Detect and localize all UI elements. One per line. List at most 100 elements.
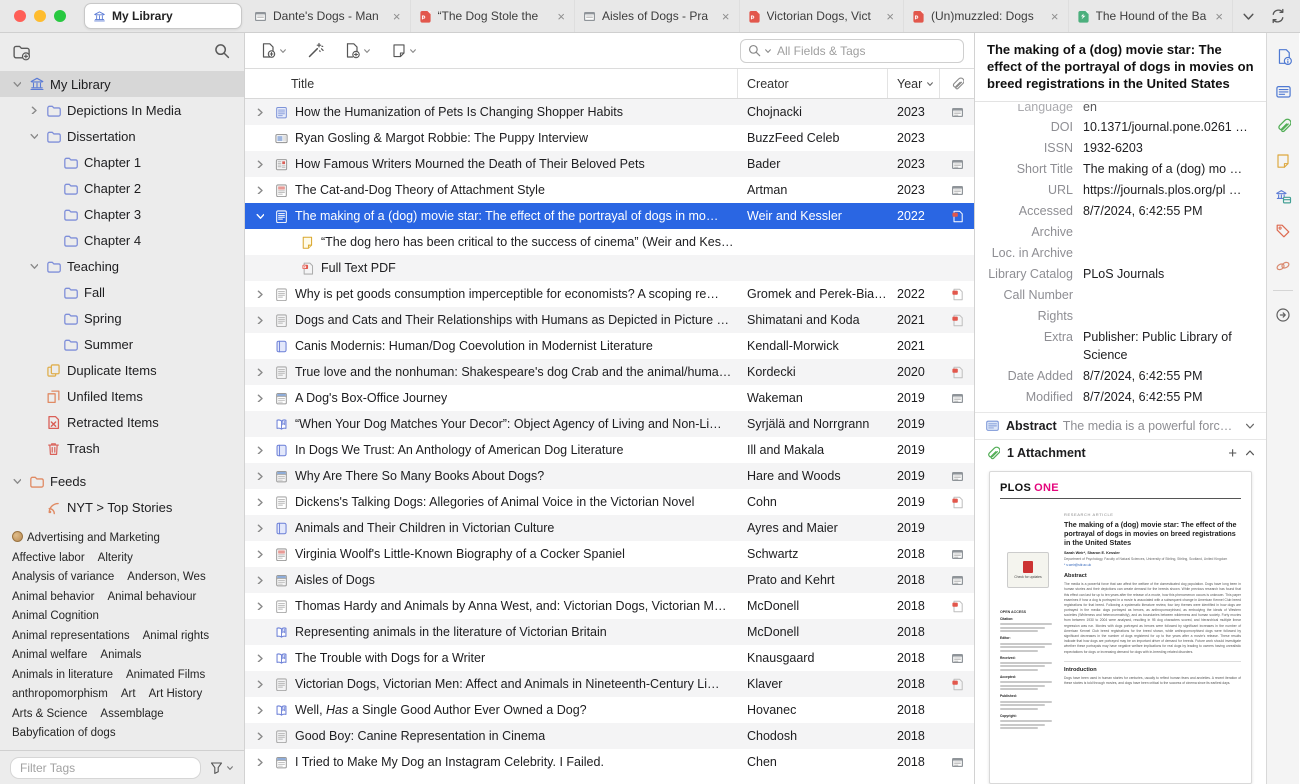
sidebar-item-teaching[interactable]: Teaching bbox=[0, 253, 244, 279]
sidebar-item-chapter-4[interactable]: Chapter 4 bbox=[0, 227, 244, 253]
expand-twisty-icon[interactable] bbox=[253, 446, 267, 454]
table-row[interactable]: Aisles of Dogs Prato and Kehrt 2018 bbox=[245, 567, 974, 593]
sidebar-item-spring[interactable]: Spring bbox=[0, 305, 244, 331]
tab-aisles-of-dogs-pra[interactable]: Aisles of Dogs - Pra × bbox=[575, 0, 740, 32]
table-row[interactable]: How the Humanization of Pets Is Changing… bbox=[245, 99, 974, 125]
libraries-collections-icon[interactable] bbox=[1270, 183, 1296, 209]
table-row[interactable]: The making of a (dog) movie star: The ef… bbox=[245, 203, 974, 229]
field-value[interactable]: 8/7/2024, 6:42:55 PM bbox=[1083, 367, 1256, 385]
expand-twisty-icon[interactable] bbox=[253, 290, 267, 298]
new-note-button[interactable] bbox=[386, 40, 422, 62]
info-icon[interactable] bbox=[1270, 43, 1296, 69]
tag-art[interactable]: Art bbox=[121, 685, 136, 705]
sync-icon[interactable] bbox=[1270, 8, 1286, 24]
tag-analysis-of-variance[interactable]: Analysis of variance bbox=[12, 568, 114, 588]
expand-twisty-icon[interactable] bbox=[253, 394, 267, 402]
sidebar-item-summer[interactable]: Summer bbox=[0, 331, 244, 357]
field-value[interactable]: PLoS Journals bbox=[1083, 265, 1256, 283]
tags-icon[interactable] bbox=[1270, 218, 1296, 244]
tag-animal-representations[interactable]: Animal representations bbox=[12, 627, 130, 647]
table-row[interactable]: The Cat-and-Dog Theory of Attachment Sty… bbox=[245, 177, 974, 203]
attachments-section-header[interactable]: 1 Attachment + bbox=[975, 438, 1266, 467]
tag-affective-labor[interactable]: Affective labor bbox=[12, 549, 85, 569]
sidebar-item-trash[interactable]: Trash bbox=[0, 435, 244, 461]
chevron-down-icon[interactable] bbox=[1244, 420, 1256, 432]
table-row[interactable]: Representing animals in the literature o… bbox=[245, 619, 974, 645]
search-scope-chevron-icon[interactable] bbox=[764, 47, 772, 55]
close-window-button[interactable] bbox=[14, 10, 26, 22]
field-value[interactable]: https://journals.plos.org/pl … bbox=[1083, 181, 1256, 199]
tag-animal-behavior[interactable]: Animal behavior bbox=[12, 588, 94, 608]
expand-twisty-icon[interactable] bbox=[253, 758, 267, 766]
column-header-title[interactable]: Title bbox=[245, 69, 738, 98]
add-by-identifier-button[interactable] bbox=[302, 39, 329, 62]
tag-anthropomorphism[interactable]: anthropomorphism bbox=[12, 685, 108, 705]
tag-animal-welfare[interactable]: Animal welfare bbox=[12, 646, 87, 666]
tab-my-library[interactable]: My Library bbox=[84, 3, 242, 29]
table-row[interactable]: Why Are There So Many Books About Dogs? H… bbox=[245, 463, 974, 489]
table-row[interactable]: Canis Modernis: Human/Dog Coevolution in… bbox=[245, 333, 974, 359]
table-row[interactable]: Animals and Their Children in Victorian … bbox=[245, 515, 974, 541]
new-collection-button[interactable] bbox=[12, 42, 31, 61]
search-box[interactable] bbox=[740, 38, 964, 63]
locate-icon[interactable] bbox=[1270, 302, 1296, 328]
attachments-icon[interactable] bbox=[1270, 113, 1296, 139]
minimize-window-button[interactable] bbox=[34, 10, 46, 22]
tag-advertising-and-marketing[interactable]: Advertising and Marketing bbox=[12, 529, 160, 549]
expand-twisty-icon[interactable] bbox=[253, 550, 267, 558]
add-attachment-button[interactable]: + bbox=[1228, 445, 1237, 462]
table-row[interactable]: In Dogs We Trust: An Anthology of Americ… bbox=[245, 437, 974, 463]
column-header-creator[interactable]: Creator bbox=[738, 69, 888, 98]
table-row[interactable]: Thomas Hardy and Animals by Anna West, a… bbox=[245, 593, 974, 619]
table-row[interactable]: Good Boy: Canine Representation in Cinem… bbox=[245, 723, 974, 749]
table-row[interactable]: “When Your Dog Matches Your Decor”: Obje… bbox=[245, 411, 974, 437]
expand-twisty-icon[interactable] bbox=[253, 576, 267, 584]
collapse-twisty-icon[interactable] bbox=[27, 132, 40, 140]
tag-babyfication-of-dogs[interactable]: Babyfication of dogs bbox=[12, 724, 116, 744]
field-value[interactable]: 8/7/2024, 6:42:55 PM bbox=[1083, 388, 1256, 406]
sidebar-item-my-library[interactable]: My Library bbox=[0, 71, 244, 97]
sidebar-item-chapter-3[interactable]: Chapter 3 bbox=[0, 201, 244, 227]
sidebar-item-duplicate-items[interactable]: Duplicate Items bbox=[0, 357, 244, 383]
tab-the-dog-stole-the[interactable]: “The Dog Stole the × bbox=[411, 0, 575, 32]
tag-assemblage[interactable]: Assemblage bbox=[100, 705, 163, 725]
expand-twisty-icon[interactable] bbox=[253, 498, 267, 506]
new-attachment-button[interactable] bbox=[339, 39, 376, 62]
tab-close-button[interactable]: × bbox=[392, 10, 402, 23]
expand-twisty-icon[interactable] bbox=[253, 368, 267, 376]
new-item-button[interactable] bbox=[255, 39, 292, 62]
expand-twisty-icon[interactable] bbox=[253, 524, 267, 532]
expand-twisty-icon[interactable] bbox=[253, 160, 267, 168]
collapse-twisty-icon[interactable] bbox=[253, 212, 267, 220]
table-row[interactable]: Why is pet goods consumption imperceptib… bbox=[245, 281, 974, 307]
sidebar-item-depictions-in-media[interactable]: Depictions In Media bbox=[0, 97, 244, 123]
table-row[interactable]: Dogs and Cats and Their Relationships wi… bbox=[245, 307, 974, 333]
tag-animal-rights[interactable]: Animal rights bbox=[143, 627, 209, 647]
tag-anderson-wes[interactable]: Anderson, Wes bbox=[127, 568, 205, 588]
table-row[interactable]: True love and the nonhuman: Shakespeare'… bbox=[245, 359, 974, 385]
field-value[interactable]: 8/7/2024, 6:42:55 PM bbox=[1083, 202, 1256, 220]
abstract-icon[interactable] bbox=[1270, 78, 1296, 104]
field-value[interactable]: Publisher: Public Library of Science bbox=[1083, 328, 1256, 364]
tab-un-muzzled-dogs[interactable]: (Un)muzzled: Dogs × bbox=[904, 0, 1069, 32]
expand-twisty-icon[interactable] bbox=[253, 108, 267, 116]
collapse-chevron-icon[interactable] bbox=[1244, 447, 1256, 459]
field-value[interactable]: en bbox=[1083, 104, 1256, 117]
tab-victorian-dogs-vict[interactable]: Victorian Dogs, Vict × bbox=[740, 0, 904, 32]
child-item-row[interactable]: Full Text PDF bbox=[245, 255, 974, 281]
table-row[interactable]: Dickens's Talking Dogs: Allegories of An… bbox=[245, 489, 974, 515]
tag-filter-options-button[interactable] bbox=[209, 760, 234, 775]
collection-search-icon[interactable] bbox=[214, 43, 230, 59]
tag-alterity[interactable]: Alterity bbox=[98, 549, 133, 569]
table-row[interactable]: A Dog's Box-Office Journey Wakeman 2019 bbox=[245, 385, 974, 411]
tag-animals-in-literature[interactable]: Animals in literature bbox=[12, 666, 113, 686]
tab-dante-s-dogs-man[interactable]: Dante's Dogs - Man × bbox=[246, 0, 411, 32]
expand-twisty-icon[interactable] bbox=[253, 186, 267, 194]
tab-close-button[interactable]: × bbox=[885, 10, 895, 23]
sidebar-item-nyt-top-stories[interactable]: NYT > Top Stories bbox=[0, 494, 244, 520]
tag-arts-science[interactable]: Arts & Science bbox=[12, 705, 87, 725]
tag-filter-input[interactable] bbox=[10, 756, 201, 779]
tab-the-hound-of-the-ba[interactable]: The Hound of the Ba × bbox=[1069, 0, 1233, 32]
sidebar-item-dissertation[interactable]: Dissertation bbox=[0, 123, 244, 149]
collapse-twisty-icon[interactable] bbox=[27, 262, 40, 270]
